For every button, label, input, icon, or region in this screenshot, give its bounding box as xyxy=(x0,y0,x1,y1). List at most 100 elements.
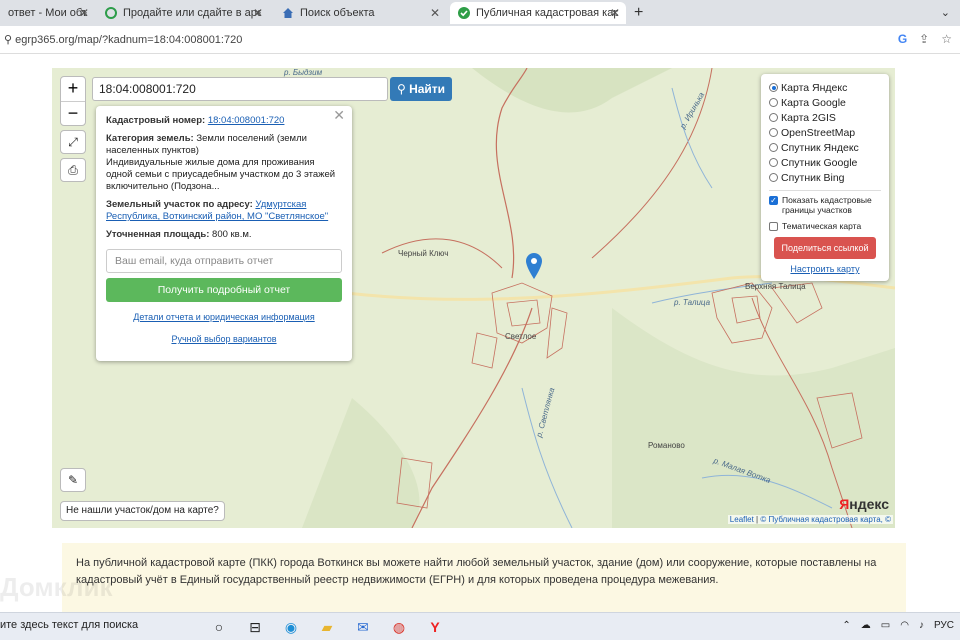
place-label-romanovo: Романово xyxy=(648,441,685,450)
checkbox-label: Тематическая карта xyxy=(782,221,862,231)
layer-option-yandex-satellite[interactable]: Спутник Яндекс xyxy=(769,140,881,155)
zoom-out-button[interactable]: − xyxy=(61,101,85,125)
edge-icon[interactable]: ◉ xyxy=(280,617,302,637)
not-found-button[interactable]: Не нашли участок/дом на карте? xyxy=(60,501,225,521)
checkbox-checked[interactable]: ✓ xyxy=(769,196,778,205)
tab-avito[interactable]: ответ - Мои объявл ✕ xyxy=(0,2,95,24)
cadastral-number-label: Кадастровый номер: xyxy=(106,115,206,126)
fullscreen-icon[interactable]: ⤢ xyxy=(60,130,86,154)
taskbar-apps: ○ ⊟ ◉ ▰ ✉ ◍ Y xyxy=(208,617,446,637)
leaflet-link[interactable]: Leaflet xyxy=(730,515,754,524)
zoom-in-button[interactable]: + xyxy=(61,77,85,101)
share-link-button[interactable]: Поделиться ссылкой xyxy=(774,237,876,259)
address-bar: ⚲ egrp365.org/map/?kadnum=18:04:008001:7… xyxy=(0,26,960,54)
print-icon[interactable]: ⎙ xyxy=(60,158,86,182)
watermark: Домклик xyxy=(0,572,113,602)
address-label: Земельный участок по адресу: xyxy=(106,199,253,210)
radio[interactable] xyxy=(769,143,778,152)
layer-option-yandex-map[interactable]: Карта Яндекс xyxy=(769,80,881,95)
tab-domclick[interactable]: Продайте или сдайте в аренду ✕ xyxy=(97,2,269,24)
windows-taskbar: ите здесь текст для поиска ○ ⊟ ◉ ▰ ✉ ◍ Y… xyxy=(0,612,960,640)
url-text: egrp365.org/map/?kadnum=18:04:008001:720 xyxy=(15,34,243,46)
ruler-icon[interactable]: ✎ xyxy=(60,468,86,492)
cadastral-map[interactable]: Черный Ключ Светлое Верхняя Талица Роман… xyxy=(52,68,895,528)
tab-label: Публичная кадастровая карта xyxy=(476,7,618,19)
tab-label: ответ - Мои объявл xyxy=(8,7,87,19)
thematic-map-checkbox-row[interactable]: Тематическая карта xyxy=(769,221,881,231)
river-label-bydzim: р. Быдзим xyxy=(284,68,323,77)
chrome-icon[interactable]: ◍ xyxy=(388,617,410,637)
place-label-verkhnyaya-talitsa: Верхняя Талица xyxy=(745,282,806,291)
radio[interactable] xyxy=(769,158,778,167)
mail-icon[interactable]: ✉ xyxy=(352,617,374,637)
volume-icon[interactable]: ♪ xyxy=(919,620,924,631)
close-icon[interactable]: ✕ xyxy=(333,108,345,122)
show-borders-checkbox-row[interactable]: ✓ Показать кадастровые границы участков xyxy=(769,195,881,215)
find-button[interactable]: ⚲ Найти xyxy=(390,77,452,101)
system-tray: ⌃ ☁ ▭ ◠ ♪ РУС xyxy=(842,620,954,631)
tab-cadastral-map[interactable]: Публичная кадастровая карта ✕ xyxy=(450,2,626,24)
radio[interactable] xyxy=(769,128,778,137)
get-report-button[interactable]: Получить подробный отчет xyxy=(106,278,342,302)
layer-option-label: Спутник Bing xyxy=(781,171,845,184)
location-marker-icon[interactable] xyxy=(525,252,543,280)
land-category-label: Категория земель: xyxy=(106,133,194,144)
url-field[interactable]: ⚲ egrp365.org/map/?kadnum=18:04:008001:7… xyxy=(4,33,242,46)
widgets-icon[interactable]: ⊟ xyxy=(244,617,266,637)
layer-option-openstreetmap[interactable]: OpenStreetMap xyxy=(769,125,881,140)
search-icon: ⚲ xyxy=(396,82,410,96)
close-icon[interactable]: ✕ xyxy=(79,6,89,20)
checkbox-label: Показать кадастровые границы участков xyxy=(782,195,872,215)
place-label-chernyi-kluch: Черный Ключ xyxy=(398,249,449,258)
checkbox[interactable] xyxy=(769,222,778,231)
layer-option-google-satellite[interactable]: Спутник Google xyxy=(769,155,881,170)
tray-chevron-icon[interactable]: ⌃ xyxy=(842,620,850,631)
address-row: Земельный участок по адресу: Удмуртская … xyxy=(106,199,342,223)
wifi-icon[interactable]: ◠ xyxy=(900,620,909,631)
cadastral-number-row: Кадастровый номер: 18:04:008001:720 xyxy=(106,115,342,127)
home-icon xyxy=(282,7,294,19)
radio[interactable] xyxy=(769,98,778,107)
cadastral-search-input[interactable] xyxy=(92,77,388,101)
layer-option-label: OpenStreetMap xyxy=(781,126,856,139)
email-input[interactable]: Ваш email, куда отправить отчет xyxy=(106,249,342,273)
cloud-icon[interactable]: ☁ xyxy=(861,620,871,631)
radio-selected[interactable] xyxy=(769,83,778,92)
tab-search-icon[interactable]: ⌄ xyxy=(941,6,950,19)
address-bar-icons: G ⇪ ☆ xyxy=(898,32,952,46)
layer-option-label: Карта 2GIS xyxy=(781,111,836,124)
language-indicator[interactable]: РУС xyxy=(934,620,954,631)
area-row: Уточненная площадь: 800 кв.м. xyxy=(106,229,342,241)
area-label: Уточненная площадь: xyxy=(106,229,210,240)
google-icon[interactable]: G xyxy=(898,32,907,46)
bookmark-star-icon[interactable]: ☆ xyxy=(941,32,952,46)
site-settings-icon[interactable]: ⚲ xyxy=(4,34,15,46)
share-icon[interactable]: ⇪ xyxy=(919,32,929,46)
close-icon[interactable]: ✕ xyxy=(430,6,440,20)
domclick-icon xyxy=(105,7,117,19)
yandex-logo: Яндекс xyxy=(839,496,889,512)
layer-option-google-map[interactable]: Карта Google xyxy=(769,95,881,110)
yandex-browser-icon[interactable]: Y xyxy=(424,617,446,637)
radio[interactable] xyxy=(769,173,778,182)
task-view-icon[interactable]: ○ xyxy=(208,617,230,637)
pkk-attribution-link[interactable]: © Публичная кадастровая карта, © xyxy=(760,515,891,524)
layer-option-2gis-map[interactable]: Карта 2GIS xyxy=(769,110,881,125)
close-icon[interactable]: ✕ xyxy=(253,6,263,20)
info-notice: На публичной кадастровой карте (ПКК) гор… xyxy=(62,543,906,613)
find-button-label: Найти xyxy=(409,82,446,96)
manual-selection-link[interactable]: Ручной выбор вариантов xyxy=(171,334,276,344)
close-icon[interactable]: ✕ xyxy=(610,6,620,20)
tab-search-object[interactable]: Поиск объекта ✕ xyxy=(274,2,446,24)
radio[interactable] xyxy=(769,113,778,122)
land-usage-text: Индивидуальные жилые дома для проживания… xyxy=(106,157,336,192)
report-details-link[interactable]: Детали отчета и юридическая информация xyxy=(133,312,314,322)
new-tab-button[interactable]: + xyxy=(634,4,643,22)
layer-option-bing-satellite[interactable]: Спутник Bing xyxy=(769,170,881,185)
configure-map-link[interactable]: Настроить карту xyxy=(769,264,881,274)
file-explorer-icon[interactable]: ▰ xyxy=(316,617,338,637)
cadastral-number-link[interactable]: 18:04:008001:720 xyxy=(208,115,285,126)
battery-icon[interactable]: ▭ xyxy=(881,620,890,631)
layer-option-label: Карта Яндекс xyxy=(781,81,848,94)
taskbar-search-box[interactable]: ите здесь текст для поиска xyxy=(0,619,138,631)
